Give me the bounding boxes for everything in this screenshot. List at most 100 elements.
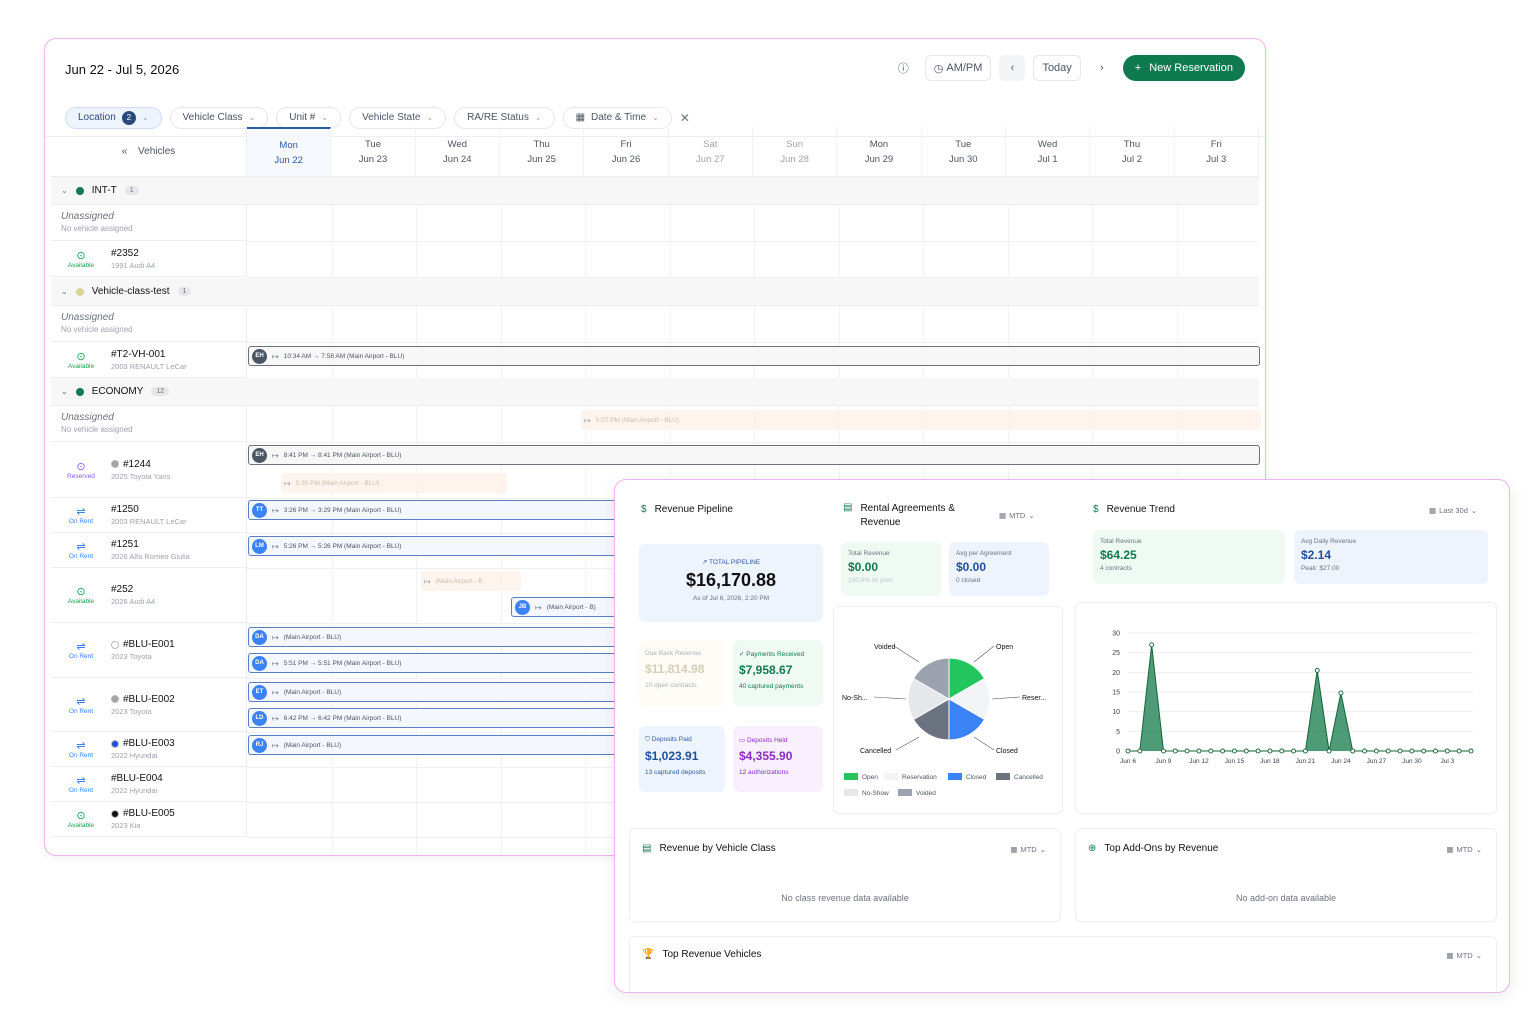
trend-point[interactable] [1444,748,1450,754]
customer-avatar: TT [252,502,267,518]
vehicle-class-group[interactable]: ⌄ Vehicle-class-test 1 [51,278,1259,306]
reservation-bar[interactable]: ET ↦ (Main Airport - BLU) [248,682,618,702]
trend-point[interactable] [1291,748,1297,754]
next-button[interactable]: › [1088,55,1115,81]
trend-point[interactable] [1231,748,1237,754]
trend-point[interactable] [1279,748,1285,754]
vehicle-row[interactable]: ⇌ On Rent #1250 2003 RENAULT LeCar [51,498,247,533]
trend-point[interactable] [1397,748,1403,754]
vehicles-column-toggle[interactable]: « Vehicles [51,127,247,176]
day-header[interactable]: Wed Jun 24 [416,127,500,176]
reservation-bar[interactable]: LD ↦ 6:42 PM → 6:42 PM (Main Airport - BLU… [248,708,618,728]
trend-point[interactable] [1161,748,1166,754]
trend-point[interactable] [1338,690,1344,696]
trend-point[interactable] [1433,748,1438,754]
trend-period-select[interactable]: ▦ Last 30d ⌄ [1429,506,1477,515]
day-header[interactable]: Sun Jun 28 [753,127,838,176]
vehicle-row[interactable]: ⊙ Reserved #1244 2025 Toyota Yaris [51,442,247,498]
reservation-bar[interactable]: ↦ 5:07 PM (Main Airport - BLU) [581,410,1261,430]
prev-button[interactable]: ‹ [999,55,1026,81]
addons-period-select[interactable]: ▦ MTD ⌄ [1446,845,1482,854]
trend-point[interactable] [1409,748,1415,754]
trend-point[interactable] [1456,748,1462,754]
filter-vehicle-class[interactable]: Vehicle Class ⌄ [169,106,269,129]
day-header[interactable]: Mon Jun 29 [837,127,922,176]
trend-point[interactable] [1468,748,1474,754]
vehicle-row[interactable]: ⊙ Available #252 2026 Audi A4 [51,568,247,623]
vehicle-class-group[interactable]: ⌄ INT-T 1 [51,177,1259,205]
agreements-period-select[interactable]: ▦ MTD ⌄ [999,511,1035,520]
agreements-total-revenue-card: Total Revenue $0.00 100.0% vs prev [841,542,941,596]
vehicle-color-dot [111,695,119,703]
day-header[interactable]: Tue Jun 30 [922,127,1006,176]
trend-point[interactable] [1243,748,1249,754]
new-reservation-button[interactable]: + New Reservation [1122,55,1245,81]
day-header[interactable]: Fri Jul 3 [1175,127,1259,176]
vehicle-row[interactable]: ⊙ Available #2352 1991 Audi A4 [51,241,247,277]
vehicle-row[interactable]: ⇌ On Rent #BLU-E002 2023 Toyota [51,678,247,732]
reservation-bar[interactable]: EH ↦ 10:34 AM → 7:58 AM (Main Airport - BL… [248,346,1260,366]
trend-point[interactable] [1125,748,1131,754]
reservation-bar[interactable]: ↦ 5:30 PM (Main Airport - BLU) [281,473,507,493]
day-header[interactable]: Thu Jun 25 [500,127,585,176]
trend-point[interactable] [1421,748,1427,754]
day-header[interactable]: Thu Jul 2 [1090,127,1175,176]
ampm-toggle[interactable]: ◷ AM/PM [924,55,992,81]
legend-label[interactable]: Open [862,774,878,781]
filter-vehicle-state[interactable]: Vehicle State ⌄ [349,106,447,129]
trend-point[interactable] [1184,748,1190,754]
filter-location[interactable]: Location 2 ⌄ [65,106,162,129]
day-header[interactable]: Tue Jun 23 [331,127,416,176]
reservation-bar[interactable]: RJ ↦ (Main Airport - BLU) [248,735,618,755]
vehicle-row[interactable]: ⊙ Available #BLU-E005 2023 Kia [51,802,247,837]
trend-point[interactable] [1314,667,1320,673]
reservation-bar[interactable]: DA ↦ 5:51 PM → 5:51 PM (Main Airport - BLU… [248,653,618,673]
trend-point[interactable] [1385,748,1391,754]
vehicle-class-group[interactable]: ⌄ ECONOMY 12 [51,378,1259,406]
clear-filters-icon[interactable]: ✕ [680,111,690,125]
vehicle-row[interactable]: ⇌ On Rent #1251 2026 Alfa Romeo Giulia [51,533,247,568]
trend-point[interactable] [1267,748,1273,754]
legend-label[interactable]: Reservation [902,774,937,781]
reservation-bar[interactable]: JB ↦ (Main Airport - B) [511,597,616,617]
trend-point[interactable] [1326,748,1332,754]
info-icon[interactable]: ⓘ [889,55,917,81]
legend-label[interactable]: Closed [966,774,987,781]
legend-label[interactable]: No-Show [862,790,889,797]
reservation-bar[interactable]: EH ↦ 8:41 PM → 8:41 PM (Main Airport - BLU… [248,445,1260,465]
calendar-icon: ▦ [1429,506,1437,515]
filter-ra-re-status[interactable]: RA/RE Status ⌄ [454,106,555,129]
trend-point[interactable] [1373,748,1379,754]
legend-label[interactable]: Cancelled [1014,774,1043,781]
vehicle-row[interactable]: ⇌ On Rent #BLU-E004 2022 Hyundai [51,767,247,802]
trend-point[interactable] [1172,748,1178,754]
reservation-bar[interactable]: LM ↦ 5:26 PM → 5:26 PM (Main Airport - BLU… [248,536,618,556]
status-icon: ⇌ [76,541,86,553]
day-header[interactable]: Wed Jul 1 [1006,127,1091,176]
filter-date-time[interactable]: ▦ Date & Time ⌄ [562,106,672,129]
filter-unit[interactable]: Unit # ⌄ [276,106,342,129]
trend-point[interactable] [1137,748,1143,754]
trend-point[interactable] [1196,748,1202,754]
trend-point[interactable] [1255,748,1261,754]
trend-point[interactable] [1362,748,1368,754]
reservation-bar[interactable]: ↦ (Main Airport - B [421,571,521,591]
trend-point[interactable] [1220,748,1226,754]
reservation-bar[interactable]: DA ↦ (Main Airport - BLU) [248,627,618,647]
reservation-bar[interactable]: TT ↦ 3:26 PM → 3:29 PM (Main Airport - BLU… [248,500,618,520]
vehicle-row[interactable]: ⊙ Available #T2-VH-001 2003 RENAULT LeCar [51,342,247,378]
trend-point[interactable] [1350,748,1356,754]
day-header[interactable]: Sat Jun 27 [669,127,753,176]
vehicle-row[interactable]: ⇌ On Rent #BLU-E003 2022 Hyundai [51,732,247,767]
trend-point[interactable] [1208,748,1214,754]
trend-point[interactable] [1302,748,1308,754]
status-icon: ⊙ [76,810,86,822]
trend-point[interactable] [1149,642,1155,648]
day-header[interactable]: Mon Jun 22 [247,127,332,176]
vehicle-row[interactable]: ⇌ On Rent #BLU-E001 2023 Toyota [51,623,247,678]
today-button[interactable]: Today [1033,55,1081,81]
day-header[interactable]: Fri Jun 26 [584,127,669,176]
legend-label[interactable]: Voided [916,790,936,797]
top-vehicles-period-select[interactable]: ▦ MTD ⌄ [1446,951,1482,960]
by-class-period-select[interactable]: ▦ MTD ⌄ [1010,845,1046,854]
